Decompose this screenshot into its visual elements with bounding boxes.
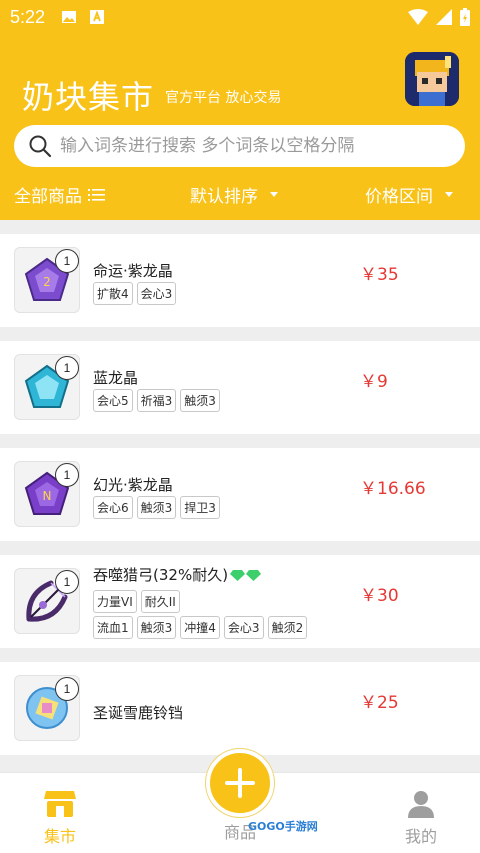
filter-all-goods[interactable]: 全部商品 (14, 182, 106, 207)
battery-icon (460, 8, 470, 26)
status-time: 5:22 (10, 6, 46, 27)
item-tag: 触须3 (180, 389, 220, 412)
item-name: 命运·紫龙晶 (93, 262, 173, 280)
item-price: ￥35 (360, 265, 399, 285)
tab-mine[interactable]: 我的 (361, 773, 480, 853)
list-item[interactable]: 1 圣诞雪鹿铃铛 ￥25 (0, 662, 480, 755)
item-name: 吞噬猎弓(32%耐久) (93, 566, 229, 584)
item-price: ￥9 (360, 372, 388, 392)
item-tag: 流血1 (93, 616, 133, 639)
avatar-image-icon (405, 52, 459, 106)
item-tags: 会心5 祈福3 触须3 (93, 389, 220, 412)
item-price: ￥30 (360, 586, 399, 606)
list-item[interactable]: 2 1 命运·紫龙晶 扩散4 会心3 ￥35 (0, 234, 480, 327)
svg-text:2: 2 (43, 275, 51, 289)
filter-default-sort[interactable]: 默认排序 (190, 182, 278, 207)
quantity-badge: 1 (55, 570, 79, 594)
quantity-badge: 1 (55, 356, 79, 380)
item-tag: 触须2 (267, 616, 308, 639)
item-tag: 扩散4 (93, 282, 133, 305)
item-tags: 会心6 触须3 捍卫3 (93, 496, 220, 519)
item-tag: 会心5 (93, 389, 133, 412)
tab-mine-label: 我的 (404, 827, 437, 846)
list-item[interactable]: 1 吞噬猎弓(32%耐久) 力量VI 耐久II 流血1 触须3 冲撞4 会心3 … (0, 555, 480, 648)
page-title: 奶块集市 (22, 78, 155, 116)
signal-icon (436, 9, 452, 25)
item-tag: 会心6 (93, 496, 133, 519)
item-tags: 扩散4 会心3 (93, 282, 177, 305)
item-tags: 力量VI 耐久II (93, 590, 180, 613)
watermark: GOGO手游网 (248, 820, 318, 833)
shop-icon (44, 791, 76, 817)
search-input[interactable] (60, 136, 450, 156)
tab-market-label: 集市 (43, 827, 76, 846)
quantity-badge: 1 (55, 677, 79, 701)
search-icon (29, 135, 52, 158)
filter-all-goods-label: 全部商品 (14, 187, 82, 207)
item-tag: 触须3 (136, 616, 177, 639)
filter-bar: 全部商品 默认排序 价格区间 (0, 182, 480, 212)
item-tag: 耐久II (140, 590, 180, 613)
wifi-icon (408, 9, 428, 25)
item-price: ￥16.66 (360, 479, 426, 499)
quantity-badge: 1 (55, 249, 79, 273)
search-bar[interactable] (14, 125, 465, 167)
filter-price-range[interactable]: 价格区间 (365, 182, 453, 207)
item-tag: 会心3 (223, 616, 264, 639)
filter-price-range-label: 价格区间 (365, 187, 433, 207)
status-bar: 5:22 (0, 0, 480, 34)
item-name-row: 吞噬猎弓(32%耐久) (93, 564, 262, 585)
avatar[interactable] (405, 52, 459, 106)
item-tag: 捍卫3 (180, 496, 220, 519)
list-item[interactable]: N 1 幻光·紫龙晶 会心6 触须3 捍卫3 ￥16.66 (0, 448, 480, 541)
item-tag: 触须3 (136, 496, 177, 519)
list-icon (88, 188, 105, 201)
header: 奶块集市 官方平台 放心交易 全部商品 默认排序 (0, 34, 480, 220)
item-tag: 会心3 (136, 282, 177, 305)
item-price: ￥25 (360, 693, 399, 713)
item-tag: 祈福3 (136, 389, 177, 412)
item-name: 蓝龙晶 (93, 369, 139, 387)
list-item[interactable]: 1 蓝龙晶 会心5 祈福3 触须3 ￥9 (0, 341, 480, 434)
filter-default-sort-label: 默认排序 (190, 187, 258, 207)
item-tags-secondary: 流血1 触须3 冲撞4 会心3 触须2 (93, 616, 308, 639)
item-name: 幻光·紫龙晶 (93, 476, 173, 494)
page-subtitle: 官方平台 放心交易 (165, 90, 282, 106)
quantity-badge: 1 (55, 463, 79, 487)
green-gem-icon (230, 569, 262, 581)
plus-icon (225, 768, 255, 798)
font-icon (90, 10, 105, 24)
image-icon (62, 11, 77, 23)
user-icon (408, 791, 434, 818)
item-name: 圣诞雪鹿铃铛 (93, 704, 184, 722)
item-tag: 力量VI (93, 590, 137, 613)
add-button[interactable] (206, 749, 274, 817)
tab-market[interactable]: 集市 (0, 773, 120, 853)
caret-down-icon (445, 192, 453, 197)
svg-text:N: N (43, 489, 52, 503)
caret-down-icon (270, 192, 278, 197)
item-tag: 冲撞4 (180, 616, 220, 639)
